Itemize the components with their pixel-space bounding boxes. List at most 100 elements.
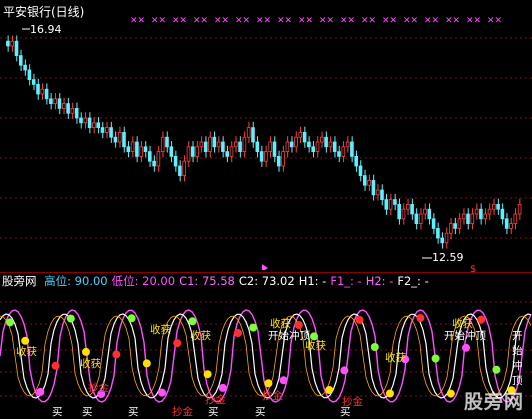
candle-body: [298, 131, 303, 138]
candle-body: [281, 151, 285, 167]
candle-body: [79, 117, 83, 124]
candle-body: [221, 141, 225, 152]
signal-label-harvest: 收获: [16, 346, 37, 358]
candle-body: [354, 155, 358, 167]
candle-body: [156, 151, 161, 167]
candle-body: [92, 122, 96, 129]
candle-body: [457, 218, 462, 229]
signal-dot: [355, 315, 364, 324]
candle-body: [470, 213, 475, 224]
signal-dot: [203, 370, 212, 379]
candle-body: [479, 208, 483, 220]
candle-body: [246, 127, 251, 138]
signal-label-buy: 买: [208, 406, 219, 418]
signal-dot: [446, 389, 455, 398]
signal-label-gold: 抄金: [88, 382, 109, 394]
signal-dot: [325, 386, 334, 394]
watermark: 股旁网: [463, 391, 524, 413]
price-chart-panel[interactable]: ✕✕ ✕✕ ✕✕ ✕✕ ✕✕ ✕✕ ✕✕ ✕✕ ✕✕ ✕✕ ✕✕ ✕✕ ✕✕ ✕✕ ✕✕ ✕✕ ✕✕ ✕✕ 平安银…: [0, 0, 532, 275]
candle-body: [113, 136, 118, 143]
candle-body: [135, 141, 139, 157]
top-marker: ✕✕: [361, 16, 376, 26]
chart-title: 平安银行(日线): [3, 5, 85, 19]
signal-dot: [158, 388, 166, 397]
candle-body: [384, 199, 389, 210]
candle-body: [375, 189, 380, 196]
candle-body: [496, 203, 500, 210]
candle-body: [453, 223, 457, 229]
indicator-panel[interactable]: 收获 收获 收获 收获 收获 收获 收获 收获 开始冲顶 开始冲顶 开始冲顶 抄金 抄金 抄金 抄金 抄金买买…: [0, 288, 532, 418]
candle-body: [474, 208, 479, 215]
candle-body: [307, 141, 311, 148]
candle-body: [371, 179, 376, 196]
top-marker: ✕✕: [256, 16, 271, 26]
signal-dot: [340, 366, 349, 375]
signal-label-gold: 抄金: [262, 390, 283, 402]
cursor-marker: [262, 264, 268, 270]
signal-dot: [249, 323, 258, 332]
candle-body: [380, 189, 384, 200]
candle-body: [225, 151, 230, 157]
candle-body: [238, 141, 242, 152]
candle-body: [388, 199, 393, 210]
top-marker: ✕✕: [340, 16, 355, 26]
candle-body: [62, 103, 66, 109]
candle-body: [341, 146, 346, 157]
candle-body: [96, 122, 101, 129]
candle-body: [117, 131, 122, 143]
candle-body: [405, 203, 410, 210]
candle-body: [410, 203, 414, 215]
indicator-item: C1: 75.58: [179, 274, 235, 288]
candle-body: [466, 213, 470, 224]
candle-body: [393, 199, 397, 205]
candle-body: [126, 146, 131, 153]
candle-body: [173, 155, 178, 167]
candle-body: [87, 117, 92, 128]
candle-body: [448, 223, 453, 234]
candle-body: [397, 203, 401, 220]
candle-body: [14, 40, 19, 57]
signal-label-gold: 抄金: [172, 406, 193, 418]
indicator-values: 高位: 90.00 低位: 20.00 C1: 75.58 C2: 73.02 H1: …: [44, 274, 433, 288]
candle-body: [139, 146, 144, 157]
candle-body: [190, 146, 195, 157]
candle-body: [264, 151, 268, 162]
candle-body: [165, 136, 169, 148]
signal-dot: [173, 339, 182, 348]
candle-body: [18, 55, 23, 66]
signal-label-harvest: 收获: [150, 324, 171, 336]
candle-body: [345, 141, 350, 148]
indicator-item: F1_: -: [330, 274, 362, 288]
signal-dot: [66, 314, 75, 323]
candle-body: [186, 146, 191, 162]
signal-dot: [477, 315, 486, 324]
candle-body: [195, 146, 199, 157]
indicator-item: 高位: 90.00: [44, 274, 108, 288]
candle-body: [500, 208, 505, 220]
candle-body: [358, 165, 363, 176]
signal-label-start-top: 开始冲顶: [268, 330, 310, 342]
candle-body: [436, 227, 440, 239]
candle-body: [130, 141, 135, 152]
candle-body: [337, 151, 341, 157]
top-marker: ✕✕: [424, 16, 439, 26]
candle-body: [199, 141, 204, 148]
candle-body: [6, 40, 10, 47]
candle-body: [491, 203, 496, 210]
top-marker: ✕✕: [466, 16, 481, 26]
candle-body: [10, 40, 15, 47]
candle-body: [70, 108, 75, 114]
candle-body: [143, 146, 148, 153]
candle-body: [27, 69, 32, 80]
top-marker: ✕✕: [214, 16, 229, 26]
candle-body: [332, 141, 337, 152]
signal-label-start-top: 开始冲顶: [444, 330, 486, 342]
candle-body: [414, 213, 419, 224]
signal-dot: [127, 314, 136, 323]
candle-body: [401, 208, 406, 220]
high-price-label: 16.94: [30, 23, 62, 36]
signal-dot: [142, 359, 151, 368]
candle-body: [31, 79, 36, 85]
signal-dot: [431, 354, 440, 363]
candle-body: [272, 141, 277, 157]
